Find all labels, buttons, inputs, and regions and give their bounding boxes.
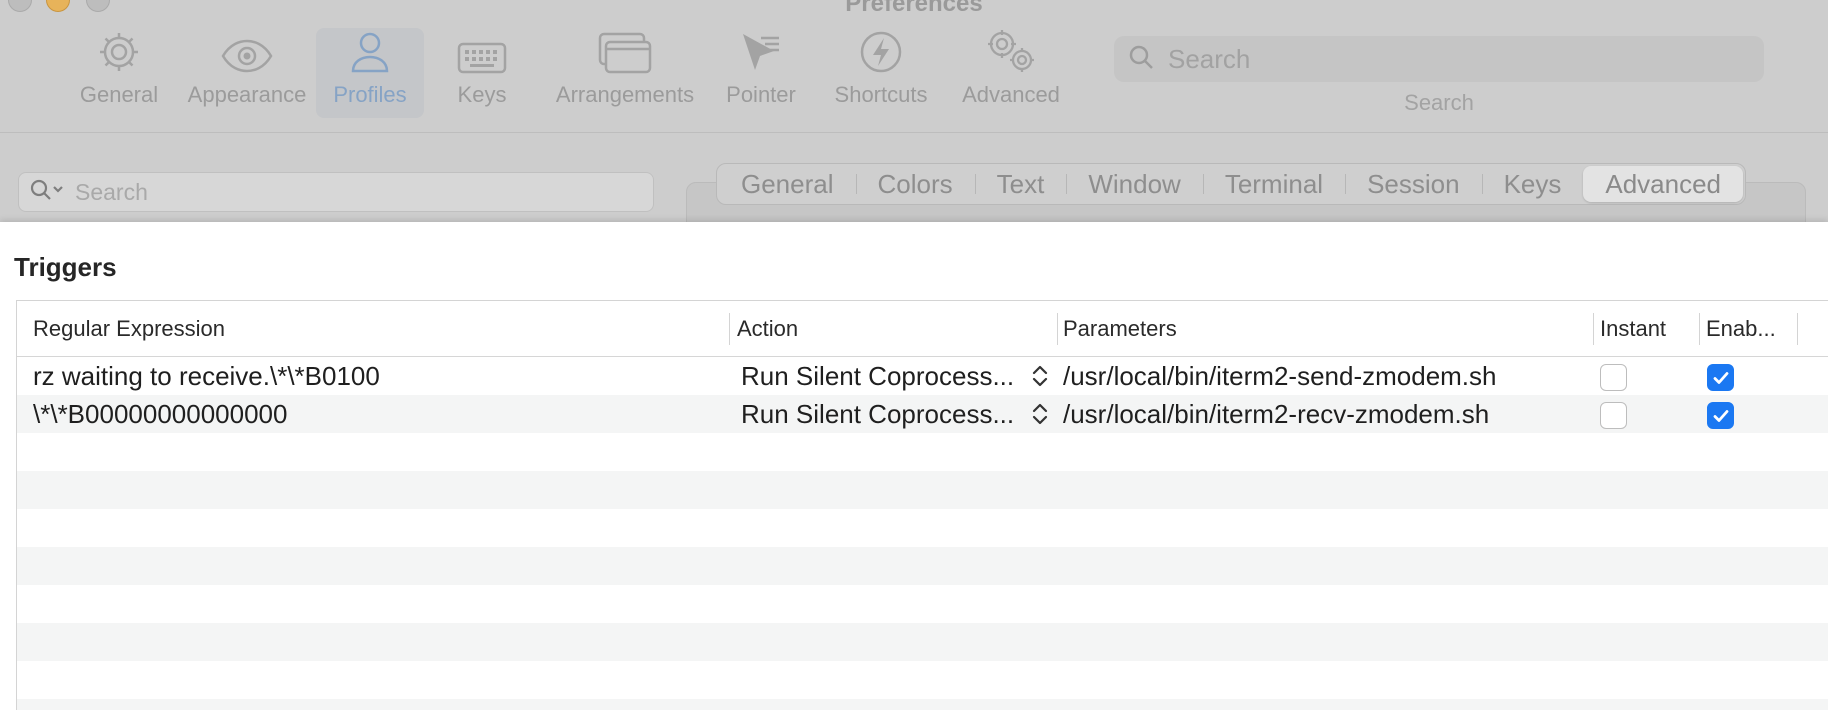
action-popup[interactable]: Run Silent Coprocess... xyxy=(741,357,1014,395)
pointer-icon xyxy=(739,28,783,74)
column-action-header[interactable]: Action xyxy=(737,301,798,357)
instant-checkbox[interactable] xyxy=(1600,402,1627,429)
search-icon xyxy=(1128,44,1154,75)
instant-checkbox[interactable] xyxy=(1600,364,1627,391)
profile-search-placeholder: Search xyxy=(75,178,148,205)
enabled-checkbox[interactable] xyxy=(1707,402,1734,429)
tab-keys[interactable]: Keys xyxy=(1481,166,1584,202)
parameters-cell[interactable]: /usr/local/bin/iterm2-send-zmodem.sh xyxy=(1063,357,1497,395)
tab-general[interactable]: General xyxy=(719,166,856,202)
toolbar-search-placeholder: Search xyxy=(1168,43,1251,74)
window-title: Preferences xyxy=(845,0,983,17)
tab-text[interactable]: Text xyxy=(974,166,1067,202)
person-icon xyxy=(350,28,390,74)
empty-row xyxy=(17,471,1828,509)
enabled-checkbox[interactable] xyxy=(1707,364,1734,391)
chevron-updown-icon[interactable] xyxy=(1031,402,1049,426)
tab-advanced[interactable]: Advanced xyxy=(1583,166,1744,202)
column-divider[interactable] xyxy=(1057,313,1058,345)
toolbar-keys-label: Keys xyxy=(457,82,507,107)
bolt-icon xyxy=(859,28,903,74)
tab-window[interactable]: Window xyxy=(1066,166,1202,202)
empty-row xyxy=(17,699,1828,710)
toolbar-advanced-label: Advanced xyxy=(962,82,1060,107)
preferences-window-backdrop: Preferences General Appearance Profiles … xyxy=(0,0,1828,242)
empty-row xyxy=(17,509,1828,547)
empty-row xyxy=(17,547,1828,585)
column-enabled-header[interactable]: Enab... xyxy=(1706,301,1776,357)
profile-tabs: General Colors Text Window Terminal Sess… xyxy=(716,163,1747,205)
tab-colors[interactable]: Colors xyxy=(855,166,975,202)
empty-row xyxy=(17,433,1828,471)
search-menu-icon xyxy=(29,178,65,207)
toolbar-advanced[interactable]: Advanced xyxy=(950,28,1072,118)
column-divider[interactable] xyxy=(1699,313,1700,345)
toolbar-pointer-label: Pointer xyxy=(726,82,796,107)
empty-row xyxy=(17,585,1828,623)
chevron-updown-icon[interactable] xyxy=(1031,364,1049,388)
checkmark-icon xyxy=(1713,372,1729,384)
toolbar-keys[interactable]: Keys xyxy=(424,28,540,118)
toolbar-profiles[interactable]: Profiles xyxy=(316,28,424,118)
toolbar-appearance-label: Appearance xyxy=(187,82,307,107)
toolbar-shortcuts[interactable]: Shortcuts xyxy=(812,28,950,118)
column-parameters-header[interactable]: Parameters xyxy=(1063,301,1177,357)
tab-terminal[interactable]: Terminal xyxy=(1202,166,1345,202)
empty-row xyxy=(17,661,1828,699)
gears-icon xyxy=(984,28,1038,74)
toolbar-shortcuts-label: Shortcuts xyxy=(834,82,928,107)
table-row[interactable]: \*\*B00000000000000 Run Silent Coprocess… xyxy=(17,395,1828,433)
toolbar-appearance[interactable]: Appearance xyxy=(178,28,316,118)
toolbar-arrangements-label: Arrangements xyxy=(555,82,695,107)
parameters-cell[interactable]: /usr/local/bin/iterm2-recv-zmodem.sh xyxy=(1063,395,1489,433)
toolbar-pointer[interactable]: Pointer xyxy=(710,28,812,118)
column-divider[interactable] xyxy=(1593,313,1594,345)
preferences-toolbar: General Appearance Profiles Keys Arrange… xyxy=(60,28,1072,118)
triggers-table: Regular Expression Action Parameters Ins… xyxy=(16,300,1828,710)
toolbar-arrangements[interactable]: Arrangements xyxy=(540,28,710,118)
regex-cell[interactable]: rz waiting to receive.\*\*B0100 xyxy=(33,357,380,395)
triggers-title: Triggers xyxy=(14,252,117,282)
profile-search-input[interactable]: Search xyxy=(18,172,654,212)
column-divider[interactable] xyxy=(729,313,730,345)
toolbar-divider xyxy=(0,132,1828,133)
column-instant-header[interactable]: Instant xyxy=(1600,301,1666,357)
tab-session[interactable]: Session xyxy=(1345,166,1482,202)
keyboard-icon xyxy=(457,28,507,74)
triggers-sheet: Triggers Regular Expression Action Param… xyxy=(0,222,1828,710)
toolbar-general-label: General xyxy=(79,82,159,107)
toolbar-search-label: Search xyxy=(1404,90,1474,115)
checkmark-icon xyxy=(1713,410,1729,422)
regex-cell[interactable]: \*\*B00000000000000 xyxy=(33,395,287,433)
column-divider[interactable] xyxy=(1797,313,1798,345)
column-regex-header[interactable]: Regular Expression xyxy=(33,301,225,357)
table-header: Regular Expression Action Parameters Ins… xyxy=(17,301,1828,357)
empty-row xyxy=(17,623,1828,661)
windows-icon xyxy=(598,28,652,74)
gear-icon xyxy=(97,28,141,74)
action-popup[interactable]: Run Silent Coprocess... xyxy=(741,395,1014,433)
table-row[interactable]: rz waiting to receive.\*\*B0100 Run Sile… xyxy=(17,357,1828,395)
toolbar-search-field[interactable]: Search xyxy=(1114,36,1764,82)
toolbar-search: Search Search xyxy=(1114,36,1764,116)
eye-icon xyxy=(220,28,274,74)
toolbar-general[interactable]: General xyxy=(60,28,178,118)
toolbar-profiles-label: Profiles xyxy=(333,82,407,107)
